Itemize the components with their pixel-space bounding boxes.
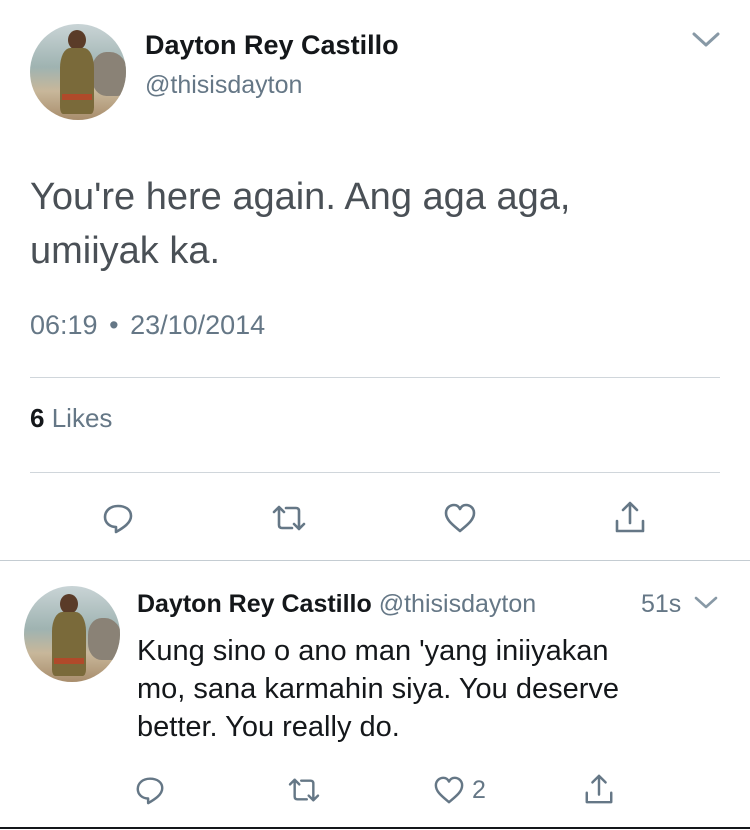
tweet-text-line: umiiyak ka.	[30, 230, 221, 272]
handle[interactable]: @thisisdayton	[145, 71, 302, 100]
tweet-text: You're here again. Ang aga aga, umiiyak …	[30, 170, 570, 278]
separator: •	[109, 310, 119, 340]
share-icon[interactable]	[580, 769, 618, 809]
heart-icon[interactable]	[440, 498, 480, 538]
divider	[30, 472, 720, 473]
like-count: 2	[472, 776, 486, 804]
display-name[interactable]: Dayton Rey Castillo	[145, 30, 399, 61]
chevron-down-icon[interactable]	[688, 28, 724, 52]
avatar[interactable]	[24, 586, 120, 682]
likes-label: Likes	[51, 403, 113, 433]
divider	[0, 560, 750, 561]
reply-text: Kung sino o ano man 'yang iniiyakan mo, …	[137, 632, 619, 746]
avatar-body-shape	[52, 612, 86, 676]
retweet-icon[interactable]	[268, 498, 310, 538]
avatar-body-shape	[60, 48, 94, 114]
chevron-down-icon[interactable]	[692, 592, 720, 614]
avatar[interactable]	[30, 24, 126, 120]
avatar-stripe-shape	[54, 658, 84, 664]
handle[interactable]: @thisisdayton	[379, 590, 536, 618]
display-name[interactable]: Dayton Rey Castillo	[137, 590, 372, 618]
reply-icon[interactable]	[98, 498, 138, 538]
avatar-stripe-shape	[62, 94, 92, 100]
reply-header: Dayton Rey Castillo @thisisdayton	[137, 590, 536, 619]
avatar-head-shape	[60, 594, 78, 614]
likes-stat[interactable]: 6 Likes	[30, 403, 112, 434]
reply-icon[interactable]	[131, 771, 169, 809]
time: 06:19	[30, 310, 98, 340]
avatar-head-shape	[68, 30, 86, 50]
heart-icon[interactable]	[430, 771, 468, 809]
avatar-rock-shape	[88, 618, 120, 660]
avatar-rock-shape	[92, 52, 126, 96]
reply-text-line: better. You really do.	[137, 711, 400, 743]
divider	[30, 377, 720, 378]
retweet-icon[interactable]	[284, 771, 324, 809]
date: 23/10/2014	[130, 310, 266, 340]
reply-text-line: mo, sana karmahin siya. You deserve	[137, 673, 619, 705]
tweet-age: 51s	[641, 590, 682, 618]
share-icon[interactable]	[610, 496, 650, 538]
reply-text-line: Kung sino o ano man 'yang iniiyakan	[137, 635, 609, 667]
tweet-text-line: You're here again. Ang aga aga,	[30, 176, 571, 218]
timestamp: 06:19 • 23/10/2014	[30, 310, 265, 341]
divider	[0, 827, 750, 829]
likes-count: 6	[30, 403, 45, 433]
